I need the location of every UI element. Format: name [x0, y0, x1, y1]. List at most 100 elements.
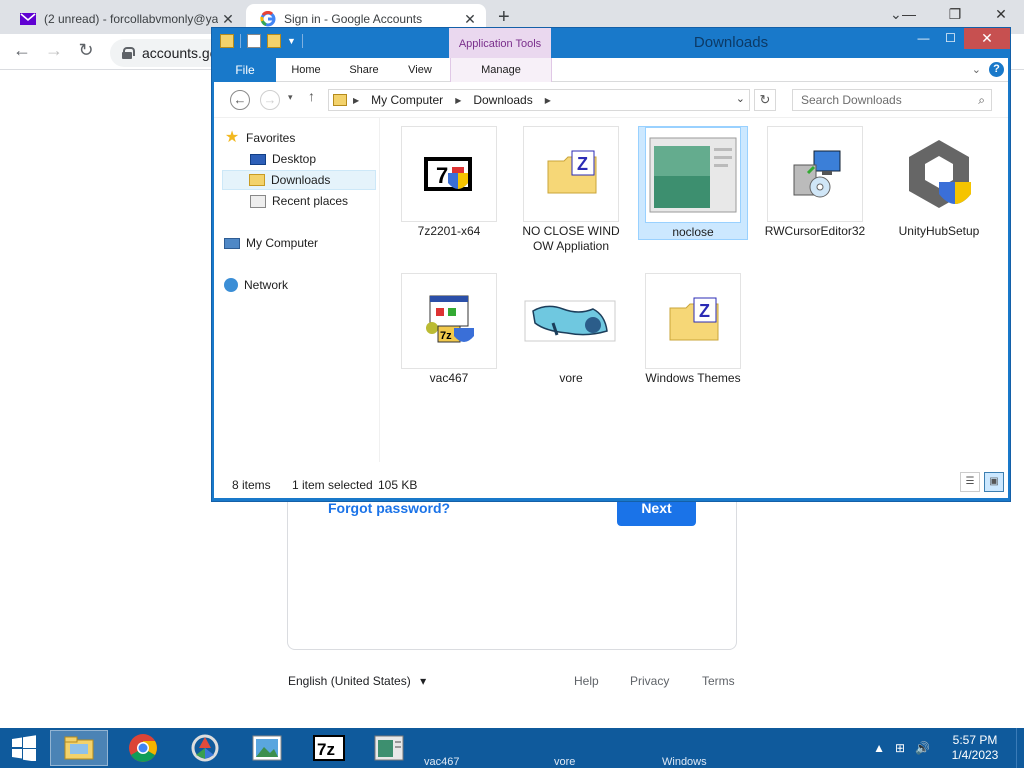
help-icon[interactable]: ?	[989, 62, 1004, 77]
taskbar-7zip[interactable]: 7z	[300, 730, 358, 766]
minimize-button[interactable]: —	[886, 0, 932, 30]
network-icon[interactable]: ⊞	[895, 741, 905, 755]
recent-locations-icon[interactable]: ▾	[288, 92, 293, 103]
volume-icon[interactable]: 🔊	[915, 741, 930, 755]
explorer-titlebar[interactable]: ▼ Application Tools Downloads — ☐ ✕	[212, 28, 1010, 58]
back-button[interactable]: ←	[10, 40, 34, 61]
desktop-icon	[250, 153, 266, 165]
breadcrumb-separator[interactable]: ▶	[353, 96, 359, 105]
nav-downloads[interactable]: Downloads	[222, 170, 376, 190]
file-name: vac467	[429, 371, 469, 385]
file-name: UnityHubSetup	[898, 224, 980, 238]
reload-button[interactable]: ↻	[74, 40, 98, 61]
window-app-icon	[374, 735, 404, 761]
clock[interactable]: 5:57 PM 1/4/2023	[940, 733, 1010, 763]
address-toolbar: ← → ▾ ↑ ▶ My Computer ▶ Downloads ▶ ⌄ ↻ …	[214, 82, 1008, 118]
search-icon: ⌕	[978, 93, 985, 107]
file-name: NO CLOSE WINDOW Appliation	[522, 224, 620, 253]
breadcrumb-downloads[interactable]: Downloads	[473, 93, 532, 107]
terms-link[interactable]: Terms	[702, 674, 735, 688]
details-view-icon[interactable]: ☰	[960, 472, 980, 492]
taskbar: 7z ▲ ⊞ 🔊 5:57 PM 1/4/2023	[0, 728, 1024, 768]
nav-recent-places[interactable]: Recent places	[250, 191, 348, 211]
file-item[interactable]: Z NO CLOSE WINDOW Appliation	[516, 126, 626, 254]
show-hidden-icons-icon[interactable]: ▲	[873, 741, 885, 755]
forgot-password-link[interactable]: Forgot password?	[328, 500, 450, 516]
nav-favorites[interactable]: ★ Favorites	[224, 128, 296, 148]
restore-button[interactable]: ❐	[932, 0, 978, 30]
breadcrumb-separator[interactable]: ▶	[455, 96, 461, 105]
file-item[interactable]: 7z vac467	[394, 273, 504, 386]
tab-mail-title: (2 unread) - forcollabvmonly@ya	[44, 12, 218, 26]
close-icon[interactable]: ✕	[460, 11, 480, 28]
tab-share[interactable]: Share	[342, 58, 386, 82]
selection-size: 105 KB	[378, 478, 418, 492]
nav-my-computer[interactable]: My Computer	[224, 233, 318, 253]
search-input[interactable]: Search Downloads ⌕	[792, 89, 992, 111]
address-box[interactable]: ▶ My Computer ▶ Downloads ▶ ⌄	[328, 89, 750, 111]
file-item[interactable]: RWCursorEditor32	[760, 126, 870, 239]
close-icon[interactable]: ✕	[218, 11, 238, 28]
file-item[interactable]: Z Windows Themes	[638, 273, 748, 386]
language-selector[interactable]: English (United States) ▾	[288, 674, 426, 688]
forward-button[interactable]: →	[260, 90, 280, 110]
tab-file[interactable]: File	[214, 58, 276, 82]
show-desktop-button[interactable]	[1016, 728, 1024, 768]
nav-label: My Computer	[246, 236, 319, 250]
nav-desktop[interactable]: Desktop	[250, 149, 316, 169]
taskbar-file-explorer[interactable]	[50, 730, 108, 766]
picture-thumbnail-icon	[523, 273, 619, 369]
nav-label: Favorites	[246, 131, 296, 145]
setup-installer-icon	[767, 126, 863, 222]
nav-label: Network	[244, 278, 289, 292]
view-switcher: ☰ ▣	[960, 472, 1004, 492]
taskbar-preview-label: vac467	[424, 756, 460, 768]
file-item[interactable]: 7 7z2201-x64	[394, 126, 504, 239]
browser-window-controls: — ❐ ✕	[886, 0, 1024, 30]
refresh-button[interactable]: ↻	[754, 89, 776, 111]
up-button[interactable]: ↑	[308, 88, 315, 104]
close-button[interactable]: ✕	[978, 0, 1024, 30]
tab-mail[interactable]: (2 unread) - forcollabvmonly@ya ✕	[6, 4, 244, 34]
large-icons-view-icon[interactable]: ▣	[984, 472, 1004, 492]
tab-manage[interactable]: Manage	[450, 58, 552, 82]
taskbar-sync-app[interactable]	[176, 730, 234, 766]
taskbar-window-app[interactable]	[360, 730, 418, 766]
tab-home[interactable]: Home	[284, 58, 328, 82]
start-button[interactable]	[0, 728, 48, 768]
close-button[interactable]: ✕	[964, 28, 1010, 49]
window-title: Downloads	[693, 34, 769, 51]
search-placeholder: Search Downloads	[801, 93, 902, 107]
breadcrumb-separator[interactable]: ▶	[545, 96, 551, 105]
recent-places-icon	[250, 194, 266, 208]
maximize-button[interactable]: ☐	[937, 28, 964, 49]
svg-text:Z: Z	[577, 154, 588, 174]
forward-button[interactable]: →	[42, 40, 66, 61]
minimize-button[interactable]: —	[910, 28, 937, 49]
7zip-installer-icon: 7	[401, 126, 497, 222]
google-g-icon	[260, 11, 276, 27]
tab-view[interactable]: View	[398, 58, 442, 82]
mail-icon	[20, 11, 36, 27]
nav-network[interactable]: Network	[224, 275, 288, 295]
zipped-folder-icon: Z	[645, 273, 741, 369]
nav-label: Recent places	[272, 194, 349, 208]
ribbon-tabs: File Home Share View Manage ⌄ ?	[214, 58, 1008, 82]
new-tab-button[interactable]: +	[498, 6, 510, 29]
taskbar-photo-viewer[interactable]	[238, 730, 296, 766]
downloads-folder-icon	[249, 174, 265, 186]
status-bar: 8 items 1 item selected 105 KB ☰ ▣	[214, 462, 1008, 498]
language-label: English (United States)	[288, 674, 411, 688]
privacy-link[interactable]: Privacy	[630, 674, 669, 688]
file-item[interactable]: noclose	[638, 126, 748, 240]
chevron-down-icon[interactable]: ⌄	[736, 92, 745, 105]
file-item[interactable]: vore	[516, 273, 626, 386]
file-item[interactable]: UnityHubSetup	[884, 126, 994, 239]
back-button[interactable]: ←	[230, 90, 250, 110]
zipped-folder-icon: Z	[523, 126, 619, 222]
system-tray: ▲ ⊞ 🔊 5:57 PM 1/4/2023	[873, 728, 1024, 768]
expand-ribbon-icon[interactable]: ⌄	[972, 63, 981, 76]
help-link[interactable]: Help	[574, 674, 599, 688]
taskbar-chrome[interactable]	[114, 730, 172, 766]
breadcrumb-my-computer[interactable]: My Computer	[371, 93, 443, 107]
